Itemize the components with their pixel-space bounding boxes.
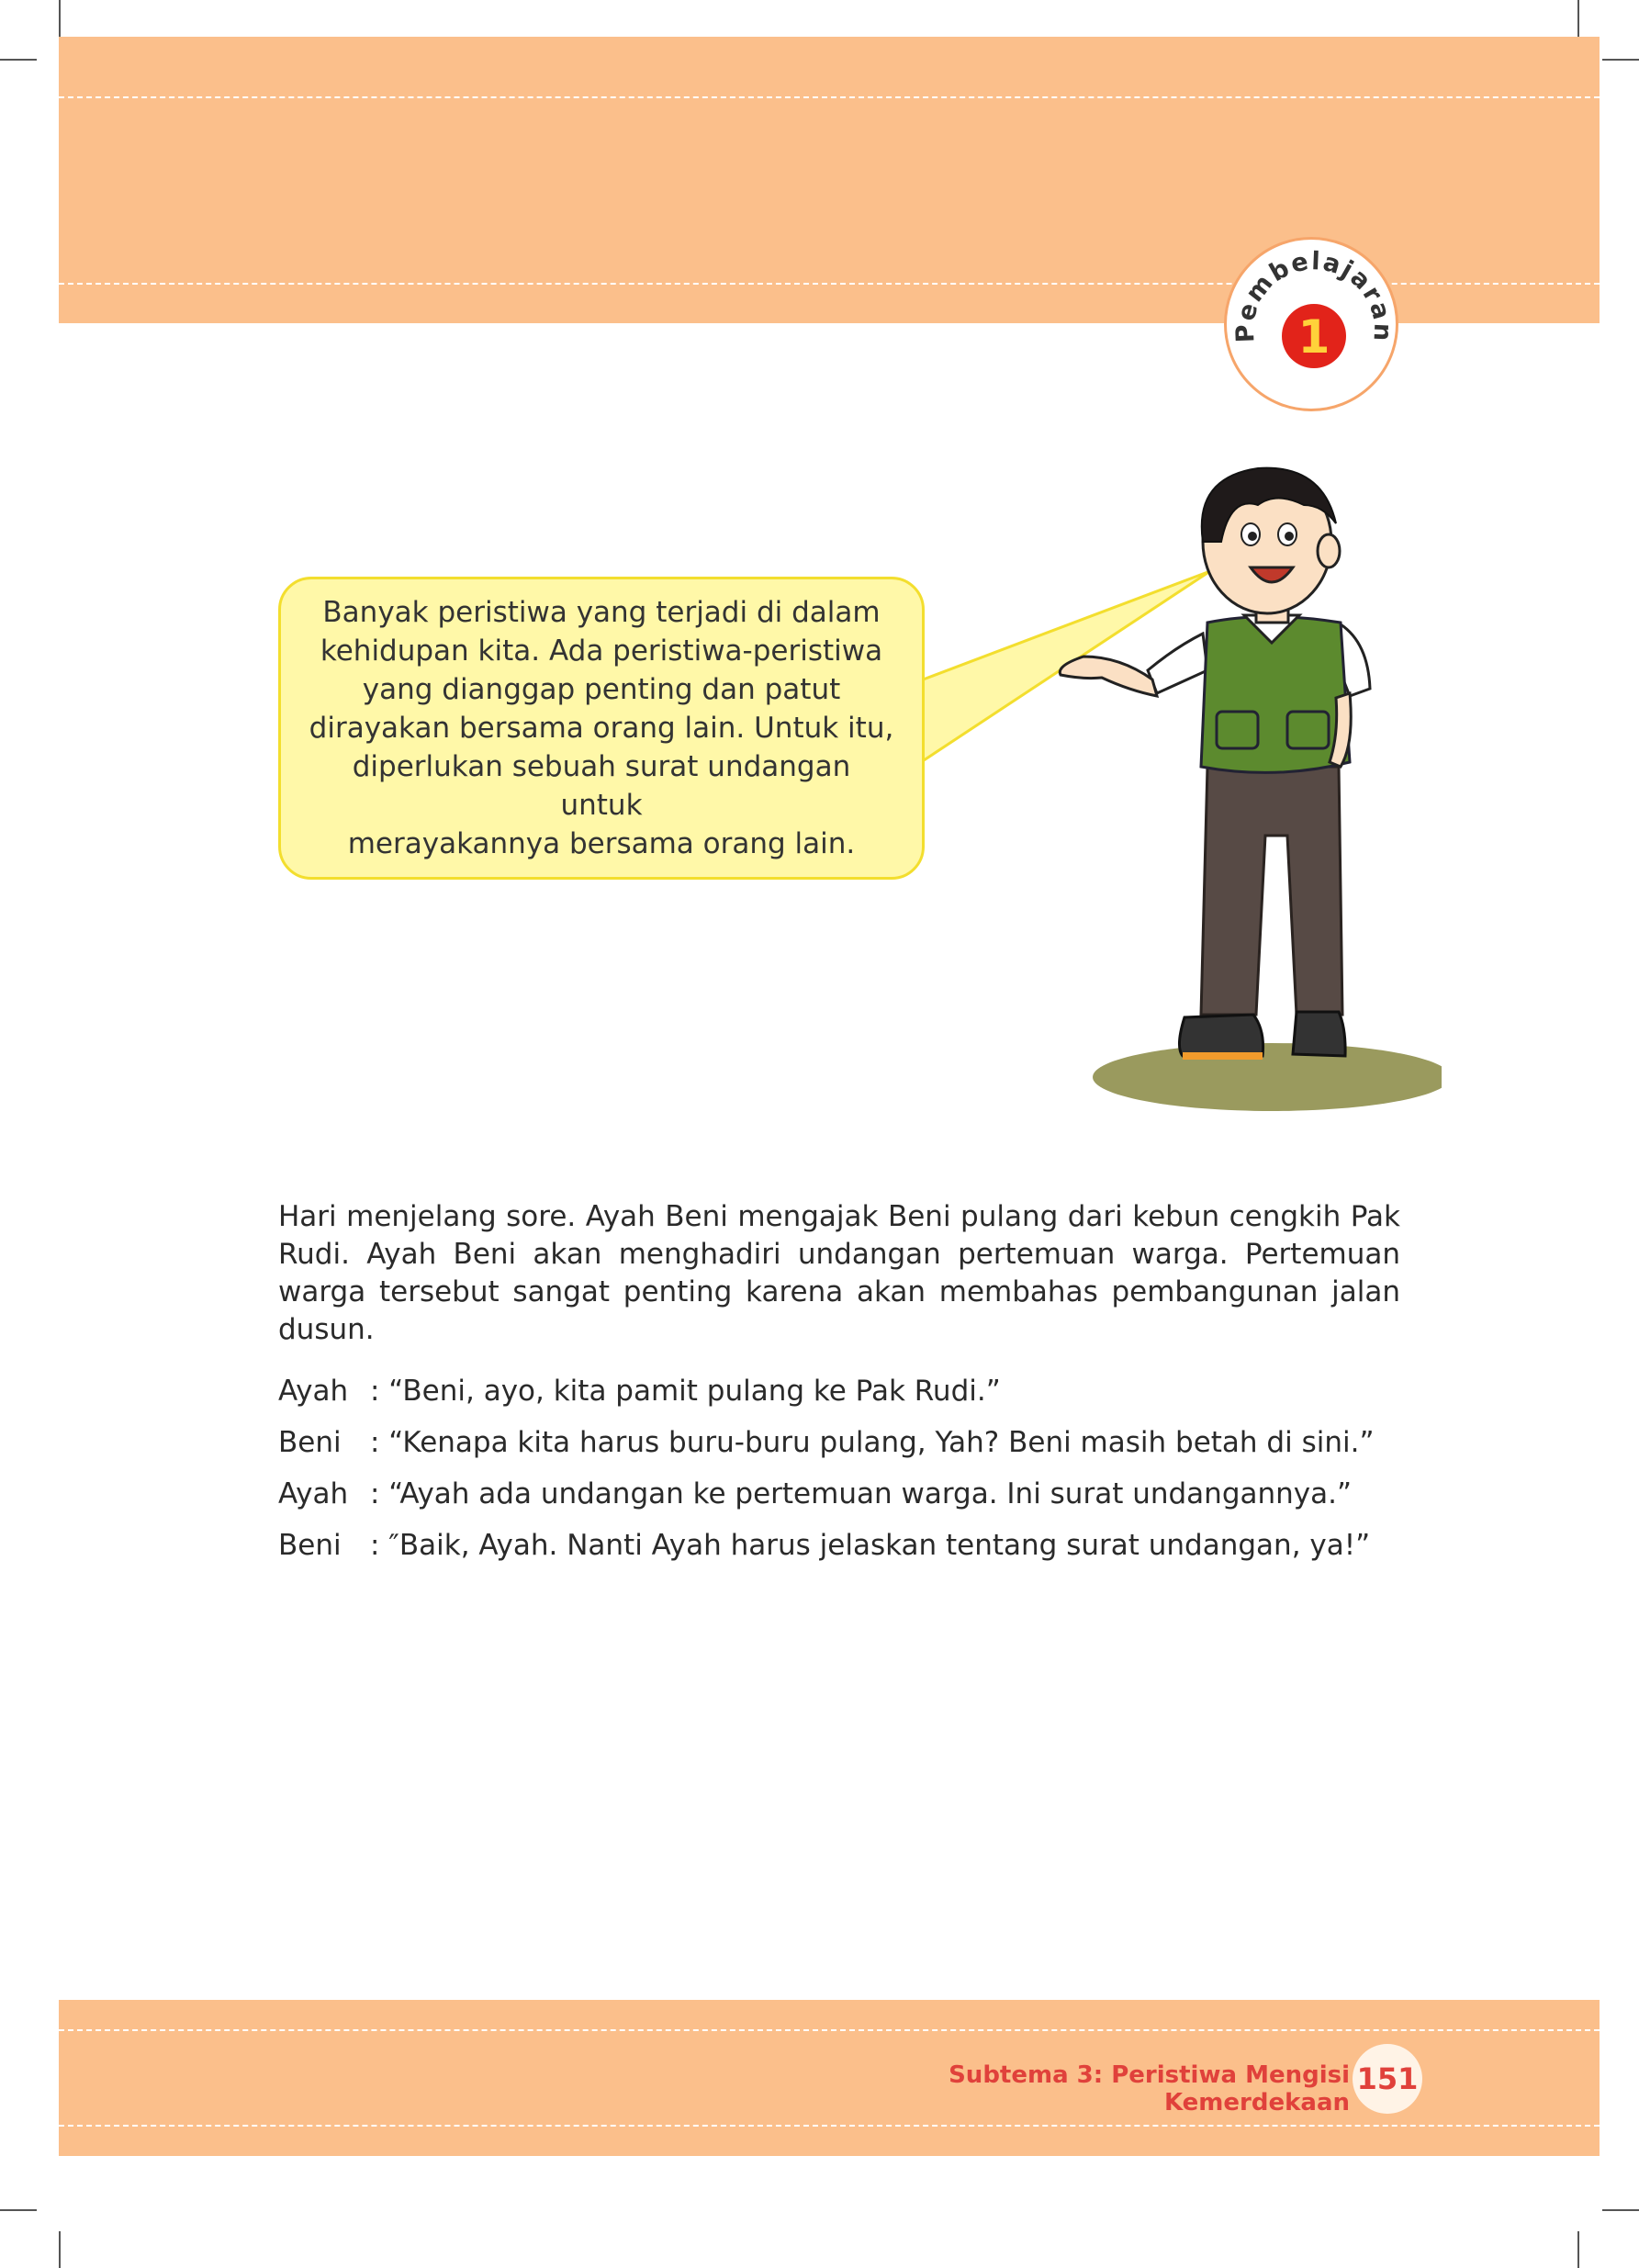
ear xyxy=(1316,533,1342,569)
page-number: 151 xyxy=(1353,2044,1422,2114)
story-paragraph: Hari menjelang sore. Ayah Beni mengajak … xyxy=(278,1200,1400,1346)
dialogue-text: : “Kenapa kita harus buru-buru pulang, Y… xyxy=(370,1426,1375,1459)
dashed-line xyxy=(59,2125,1600,2127)
dialogue-text: : “Ayah ada undangan ke pertemuan warga.… xyxy=(370,1477,1353,1510)
crop-mark xyxy=(0,2209,37,2211)
dialogue-speaker: Beni xyxy=(278,1426,342,1459)
crop-mark xyxy=(1577,2231,1579,2268)
dialogue-speaker: Ayah xyxy=(278,1477,349,1510)
dialogue-speaker: Ayah xyxy=(278,1375,349,1408)
dialogue-line: Beni : ″Baik, Ayah. Nanti Ayah harus jela… xyxy=(278,1527,1370,1565)
boy-character-illustration xyxy=(1058,466,1442,1111)
dialogue-speaker: Beni xyxy=(278,1529,342,1562)
right-shoe xyxy=(1291,1010,1347,1058)
left-sleeve xyxy=(1146,631,1209,696)
right-pupil xyxy=(1285,532,1294,541)
dialogue-line: Ayah : “Beni, ayo, kita pamit pulang ke P… xyxy=(278,1373,1001,1410)
dialogue-line: Beni : “Kenapa kita harus buru-buru pulan… xyxy=(278,1424,1375,1462)
dialogue-line: Ayah : “Ayah ada undangan ke pertemuan wa… xyxy=(278,1476,1352,1513)
vest-pocket-left xyxy=(1215,710,1260,750)
footer-subtheme: Subtema 3: Peristiwa Mengisi Kemerdekaan xyxy=(949,2061,1350,2116)
speech-bubble-text: Banyak peristiwa yang terjadi di dalam k… xyxy=(309,596,894,860)
crop-mark xyxy=(59,2231,61,2268)
pointing-arm xyxy=(1058,655,1160,698)
vest-pocket-right xyxy=(1285,710,1330,750)
left-shoe xyxy=(1178,1013,1264,1058)
trousers xyxy=(1199,765,1344,1016)
crop-mark xyxy=(1602,2209,1639,2211)
dashed-line xyxy=(59,2029,1600,2031)
speech-bubble: Banyak peristiwa yang terjadi di dalam k… xyxy=(278,577,925,880)
dialogue-text: : ″Baik, Ayah. Nanti Ayah harus jelaskan… xyxy=(370,1529,1371,1562)
dialogue-text: : “Beni, ayo, kita pamit pulang ke Pak R… xyxy=(370,1375,1001,1408)
ground-shadow xyxy=(1093,1043,1442,1111)
left-pupil xyxy=(1248,532,1257,541)
